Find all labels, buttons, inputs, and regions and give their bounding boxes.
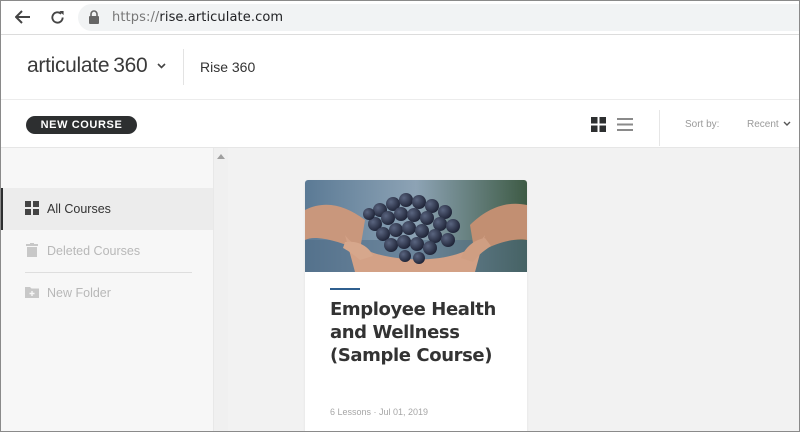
header-divider: [183, 49, 184, 85]
trash-icon: [26, 243, 38, 257]
sidebar-item-label: Deleted Courses: [47, 244, 141, 258]
chevron-down-icon[interactable]: [783, 121, 791, 126]
scroll-up-arrow-icon[interactable]: [217, 154, 225, 159]
sidebar-item-deleted-courses[interactable]: Deleted Courses: [0, 230, 213, 272]
arrow-left-icon: [15, 10, 30, 24]
sidebar-item-label: All Courses: [47, 202, 111, 216]
url-text: https://rise.articulate.com: [112, 10, 284, 25]
list-view-icon[interactable]: [617, 117, 633, 132]
reload-button[interactable]: [48, 8, 66, 26]
grid-icon: [25, 201, 39, 215]
browser-toolbar: https://rise.articulate.com: [0, 0, 800, 35]
articulate-360-logo[interactable]: articulate 360: [27, 54, 148, 78]
chevron-down-icon[interactable]: [157, 63, 166, 69]
reload-icon: [50, 10, 64, 24]
sidebar-item-new-folder[interactable]: New Folder: [0, 272, 213, 314]
grid-view-icon[interactable]: [591, 117, 606, 132]
course-card[interactable]: Employee Health and Wellness (Sample Cou…: [305, 180, 527, 432]
product-title: Rise 360: [200, 59, 256, 75]
folder-plus-icon: [25, 287, 39, 298]
sidebar-item-all-courses[interactable]: All Courses: [0, 188, 213, 230]
sidebar-item-label: New Folder: [47, 286, 111, 300]
course-meta: 6 Lessons · Jul 01, 2019: [330, 407, 429, 417]
course-thumbnail: [305, 180, 527, 272]
back-button[interactable]: [14, 8, 32, 26]
app-header: articulate 360 Rise 360: [0, 35, 800, 100]
course-toolbar: NEW COURSE Sort by: Recent: [0, 100, 800, 148]
sort-label: Sort by:: [685, 119, 720, 130]
lock-icon: [89, 10, 99, 24]
address-bar[interactable]: https://rise.articulate.com: [78, 4, 800, 31]
sidebar-scrollbar[interactable]: [213, 148, 228, 432]
sort-dropdown[interactable]: Recent: [747, 119, 779, 130]
course-title[interactable]: Employee Health and Wellness (Sample Cou…: [330, 298, 510, 367]
card-accent-line: [330, 288, 360, 290]
toolbar-divider: [659, 110, 660, 146]
new-course-button[interactable]: NEW COURSE: [26, 116, 137, 134]
